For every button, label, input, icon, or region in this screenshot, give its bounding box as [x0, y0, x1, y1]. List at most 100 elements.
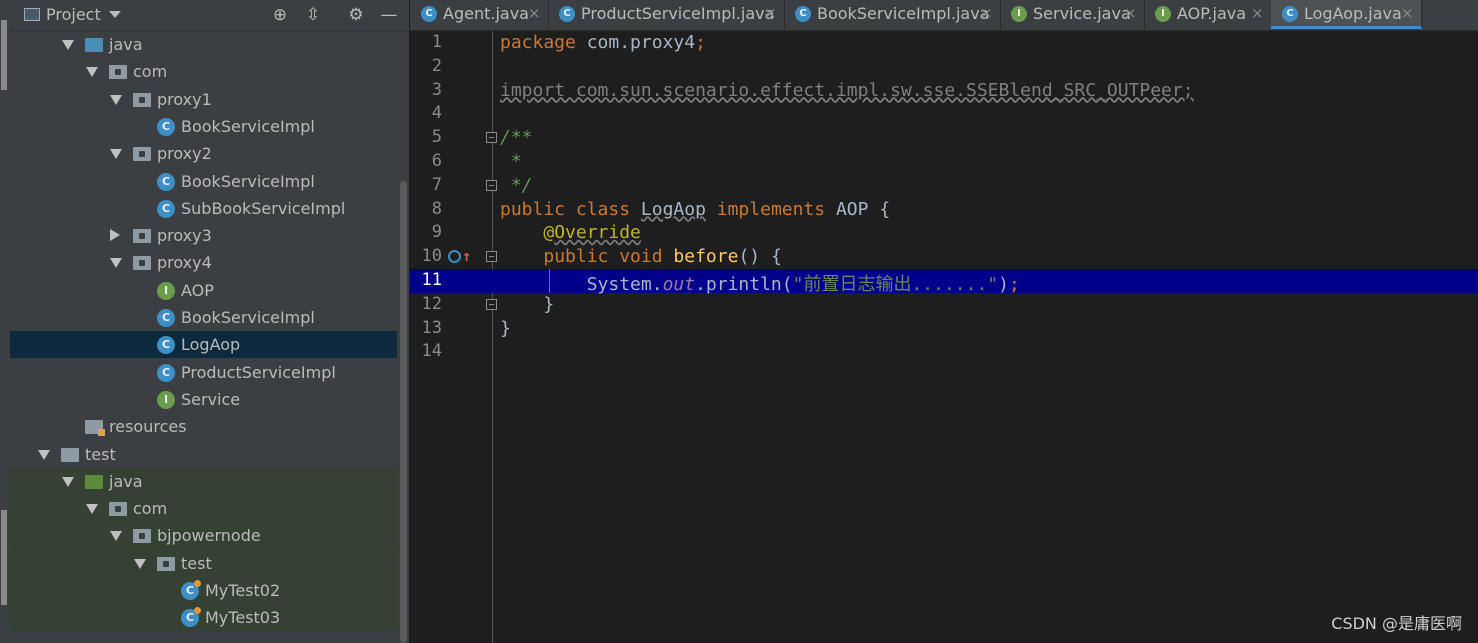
expanded-arrow-icon[interactable]: [38, 449, 50, 460]
code-line[interactable]: 4: [410, 102, 1478, 126]
tree-item[interactable]: proxy1: [10, 86, 397, 113]
editor-tab[interactable]: I AOP.java ×: [1144, 0, 1272, 29]
tree-item[interactable]: C ProductServiceImpl: [10, 359, 397, 386]
collapsed-arrow-icon[interactable]: [110, 229, 120, 242]
tree-item-label: MyTest02: [205, 581, 281, 600]
code-text: }: [500, 294, 554, 315]
collapse-icon[interactable]: ⇳: [303, 5, 323, 25]
code-token: AOP {: [835, 198, 891, 220]
code-line[interactable]: 10 ↑ public void before() {: [410, 245, 1478, 269]
editor-tabs: C Agent.java × C ProductServiceImpl.java × C Bo…: [410, 0, 1478, 31]
code-text: */: [500, 175, 533, 196]
tree-item[interactable]: proxy3: [10, 222, 397, 249]
code-editor[interactable]: 1 package com.proxy4; 2 3 import com.sun.sce…: [410, 31, 1478, 643]
tree-item[interactable]: I AOP: [10, 277, 397, 304]
code-line[interactable]: 5 /**: [410, 126, 1478, 150]
close-tab-icon[interactable]: ×: [1401, 4, 1414, 22]
view-dropdown-icon[interactable]: [109, 11, 121, 18]
editor-tab[interactable]: I Service.java ×: [1000, 0, 1145, 29]
project-tree: java com proxy1 C BookServiceImpl proxy2 C Book…: [10, 31, 397, 643]
close-tab-icon[interactable]: ×: [1251, 4, 1264, 22]
expanded-arrow-icon[interactable]: [62, 40, 74, 50]
expanded-arrow-icon[interactable]: [110, 531, 122, 542]
close-tab-icon[interactable]: ×: [980, 4, 993, 22]
tree-item[interactable]: C MyTest02: [10, 577, 397, 604]
expanded-arrow-icon[interactable]: [110, 149, 122, 160]
code-token: public class: [500, 198, 641, 220]
hide-icon[interactable]: —: [379, 5, 399, 25]
tree-item[interactable]: java: [10, 467, 397, 495]
fold-marker-icon[interactable]: [486, 179, 497, 191]
package-icon: [109, 65, 127, 80]
code-line[interactable]: 14: [410, 340, 1478, 364]
class-icon: C: [157, 309, 175, 327]
tree-item[interactable]: C SubBookServiceImpl: [10, 195, 397, 222]
fold-marker-icon[interactable]: [486, 132, 497, 144]
close-tab-icon[interactable]: ×: [764, 4, 777, 22]
structure-tool-tab[interactable]: [1, 510, 7, 605]
tree-scrollbar-thumb[interactable]: [400, 181, 407, 643]
code-token: () {: [738, 246, 782, 268]
code-token: public void: [543, 246, 674, 268]
code-line[interactable]: 1 package com.proxy4;: [410, 31, 1478, 55]
line-number: 11: [421, 270, 442, 290]
expanded-arrow-icon[interactable]: [110, 94, 122, 105]
code-line[interactable]: 7 */: [410, 174, 1478, 198]
expanded-arrow-icon[interactable]: [86, 504, 98, 515]
line-number: 3: [431, 79, 442, 100]
expanded-arrow-icon[interactable]: [62, 476, 74, 487]
tree-item[interactable]: com: [10, 495, 397, 523]
tree-scrollbar[interactable]: [397, 31, 409, 643]
expanded-arrow-icon[interactable]: [86, 67, 98, 78]
tree-item[interactable]: C BookServiceImpl: [10, 304, 397, 331]
fold-marker-icon[interactable]: [486, 298, 497, 310]
project-tool-tab[interactable]: [1, 20, 7, 90]
tree-item[interactable]: C BookServiceImpl: [10, 168, 397, 195]
editor-tab[interactable]: C LogAop.java ×: [1271, 0, 1422, 29]
tree-item[interactable]: resources: [10, 413, 397, 440]
package-icon: [109, 502, 127, 517]
locate-icon[interactable]: ⊕: [270, 5, 290, 25]
code-line[interactable]: 12 }: [410, 293, 1478, 317]
code-line[interactable]: 9 @Override: [410, 221, 1478, 245]
tree-item[interactable]: bjpowernode: [10, 522, 397, 550]
editor-tab[interactable]: C BookServiceImpl.java ×: [784, 0, 1001, 29]
project-title[interactable]: Project: [46, 5, 101, 24]
project-panel: Project ⊕ ⇳ ⚙ — java com proxy1 C BookServic…: [10, 0, 409, 643]
tree-item-label: proxy1: [157, 89, 212, 109]
tree-item-label: ProductServiceImpl: [181, 362, 336, 382]
code-line[interactable]: 8 public class LogAop implements AOP {: [410, 198, 1478, 222]
tree-item[interactable]: test: [10, 549, 397, 577]
settings-icon[interactable]: ⚙: [346, 5, 366, 25]
code-line[interactable]: 2: [410, 55, 1478, 79]
close-tab-icon[interactable]: ×: [1124, 4, 1137, 22]
code-line[interactable]: 3 import com.sun.scenario.effect.impl.sw.…: [410, 79, 1478, 103]
code-line[interactable]: 6 *: [410, 150, 1478, 174]
class-icon: C: [157, 117, 175, 136]
editor-tab[interactable]: C ProductServiceImpl.java ×: [548, 0, 785, 29]
close-tab-icon[interactable]: ×: [528, 4, 541, 22]
tree-item[interactable]: java: [10, 31, 397, 58]
tree-item[interactable]: com: [10, 58, 397, 85]
fold-marker-icon[interactable]: [486, 251, 497, 263]
expanded-arrow-icon[interactable]: [134, 558, 146, 569]
tree-item[interactable]: I Service: [10, 386, 397, 413]
tab-label: LogAop.java: [1304, 4, 1402, 23]
code-line[interactable]: 13}: [410, 317, 1478, 341]
tree-item[interactable]: test: [10, 441, 397, 468]
code-token: }: [500, 293, 555, 315]
tree-item[interactable]: C LogAop: [10, 331, 397, 359]
expanded-arrow-icon[interactable]: [110, 258, 122, 269]
tree-item[interactable]: C MyTest03: [10, 604, 397, 632]
package-icon: [133, 92, 151, 107]
implements-method-icon[interactable]: [448, 250, 461, 264]
current-line[interactable]: 11 System.out.println("前置日志输出.......");: [410, 269, 1478, 295]
editor-tab[interactable]: C Agent.java ×: [410, 0, 549, 29]
tree-item[interactable]: proxy2: [10, 140, 397, 167]
interface-icon: I: [157, 281, 175, 300]
tree-item[interactable]: proxy4: [10, 249, 397, 276]
override-arrow-icon[interactable]: ↑: [462, 247, 471, 265]
tree-item[interactable]: C BookServiceImpl: [10, 113, 397, 140]
tree-item-label: proxy4: [157, 253, 212, 273]
tree-item-label: BookServiceImpl: [181, 308, 315, 327]
